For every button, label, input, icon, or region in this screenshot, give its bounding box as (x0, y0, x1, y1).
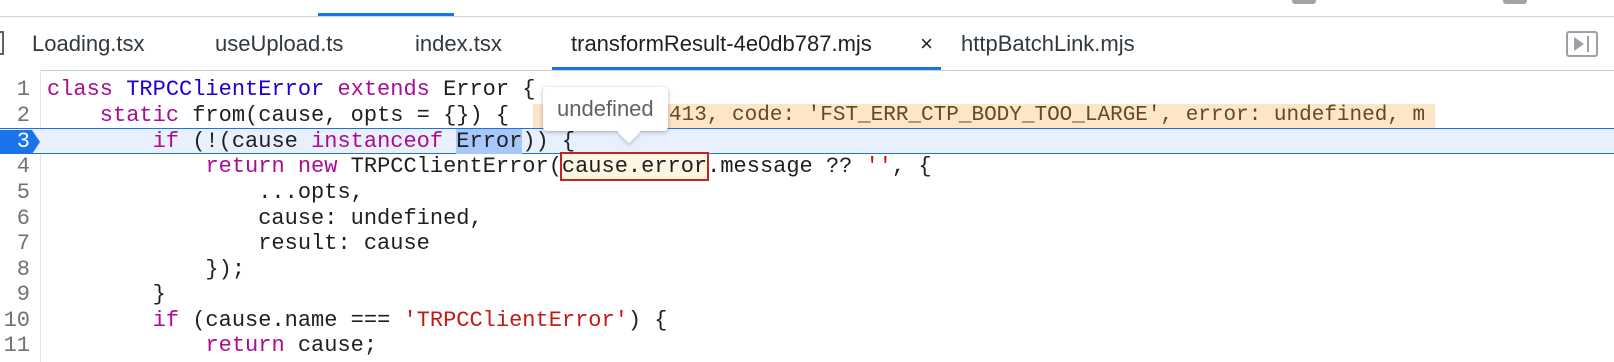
tab-httpbatchlink-mjs[interactable]: httpBatchLink.mjs (961, 17, 1161, 70)
code-text: return cause; (205, 333, 378, 358)
line-number[interactable]: 11 (0, 333, 30, 359)
code-text: return new TRPCClientError(cause.error.m… (205, 152, 932, 181)
line-number[interactable]: 5 (0, 180, 30, 206)
tab-label: Loading.tsx (32, 31, 145, 56)
code-line: 8 }); (0, 257, 1614, 283)
code-line: 6 cause: undefined, (0, 206, 1614, 232)
tab-transformresult-mjs[interactable]: transformResult-4e0db787.mjs × (552, 17, 941, 70)
navigator-toggle-icon[interactable] (0, 31, 4, 55)
tab-label: index.tsx (415, 31, 502, 56)
tooltip-text: undefined (557, 96, 654, 121)
code-text: if (!(cause instanceof Error)) { (152, 129, 576, 154)
value-hover-tooltip: undefined (543, 87, 668, 131)
hovered-expression[interactable]: cause.error (559, 152, 710, 181)
code-editor[interactable]: 1 class TRPCClientError extends Error { … (0, 70, 1614, 362)
code-text: } (47, 282, 166, 307)
code-line: 2 static from(cause, opts = {}) { atusCo… (0, 103, 1614, 129)
code-text: cause: undefined, (47, 206, 483, 231)
code-line: 7 result: cause (0, 231, 1614, 257)
code-text: if (cause.name === 'TRPCClientError') { (152, 308, 668, 333)
close-icon[interactable]: × (920, 17, 933, 70)
code-line: 11 return cause; (0, 333, 1614, 359)
selected-word[interactable]: Error (456, 129, 523, 154)
code-line: 9 } (0, 282, 1614, 308)
line-number[interactable]: 1 (0, 77, 30, 103)
line-number[interactable]: 4 (0, 154, 30, 180)
code-text: static from(cause, opts = {}) { (47, 103, 510, 128)
line-number[interactable]: 9 (0, 282, 30, 308)
line-number[interactable]: 3 (0, 129, 30, 155)
line-number[interactable]: 7 (0, 231, 30, 257)
tab-useupload-ts[interactable]: useUpload.ts (215, 17, 375, 70)
toggle-debugger-panel-icon[interactable] (1566, 31, 1598, 57)
previous-toolbar-strip (0, 0, 1614, 17)
code-text: result: cause (47, 231, 430, 256)
tab-loading-tsx[interactable]: Loading.tsx (32, 17, 192, 70)
code-text: ...opts, (47, 180, 364, 205)
editor-tab-bar: Loading.tsx useUpload.ts index.tsx trans… (0, 17, 1614, 71)
active-panel-indicator (318, 13, 454, 16)
code-line: 1 class TRPCClientError extends Error { (0, 77, 1614, 103)
tab-label: httpBatchLink.mjs (961, 31, 1135, 56)
tab-label: transformResult-4e0db787.mjs (571, 31, 872, 56)
inline-variable-value: atusCode: 413, code: 'FST_ERR_CTP_BODY_T… (533, 104, 1436, 128)
current-execution-line: 3 if (!(cause instanceof Error)) { (0, 128, 1614, 154)
code-line: 5 ...opts, (0, 180, 1614, 206)
toolbar-badge-fragment (1292, 0, 1316, 4)
line-number[interactable]: 10 (0, 308, 30, 334)
line-number[interactable]: 2 (0, 103, 30, 129)
code-text: class TRPCClientError extends Error { (47, 77, 536, 102)
code-line: 4 return new TRPCClientError(cause.error… (0, 152, 1614, 181)
line-number[interactable]: 6 (0, 206, 30, 232)
tab-index-tsx[interactable]: index.tsx (415, 17, 535, 70)
code-line: 10 if (cause.name === 'TRPCClientError')… (0, 308, 1614, 334)
code-text: }); (47, 257, 246, 282)
tab-label: useUpload.ts (215, 31, 344, 56)
toolbar-badge-fragment (1503, 0, 1527, 4)
line-number[interactable]: 8 (0, 257, 30, 283)
